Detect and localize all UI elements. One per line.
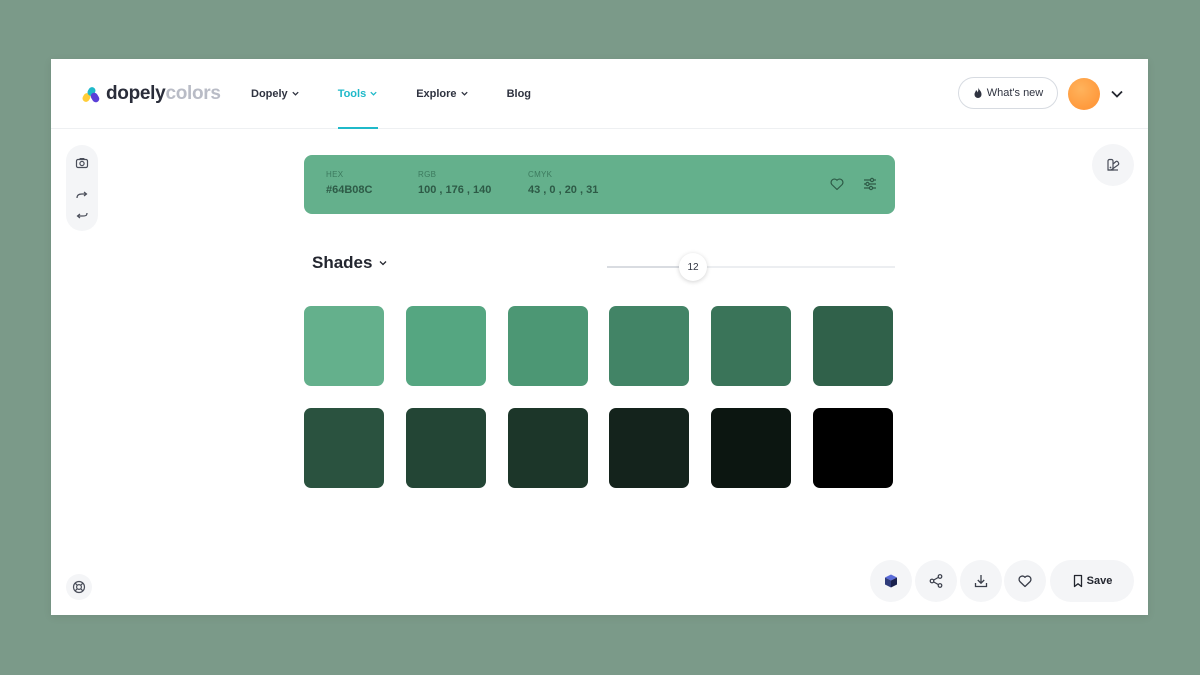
shade-count: 12 [687, 261, 699, 273]
avatar[interactable] [1068, 78, 1100, 110]
nav-item-label: Blog [506, 87, 532, 100]
selected-color-card: HEX #64B08C RGB 100 , 176 , 140 CMYK 43 … [304, 155, 895, 214]
shade-swatch[interactable] [507, 306, 588, 386]
chevron-down-icon[interactable] [1109, 87, 1125, 101]
shade-swatch[interactable] [711, 408, 792, 488]
nav-item-tools[interactable]: Tools [337, 59, 379, 129]
3d-view-button[interactable] [870, 560, 912, 602]
download-icon [974, 575, 988, 588]
hex-value[interactable]: #64B08C [326, 184, 372, 196]
share-button[interactable] [915, 560, 957, 602]
help-button[interactable] [66, 574, 92, 600]
shade-swatch[interactable] [609, 306, 690, 386]
app-window: dopelycolors Dopely Tools Explore Blog W… [51, 59, 1148, 615]
cmyk-field[interactable]: CMYK 43 , 0 , 20 , 31 [528, 170, 598, 196]
sliders-icon[interactable] [862, 176, 878, 192]
nav-item-explore[interactable]: Explore [416, 59, 468, 128]
nav-item-label: Explore [416, 87, 457, 100]
hex-field[interactable]: HEX #64B08C [326, 170, 372, 196]
camera-icon[interactable] [74, 155, 90, 171]
logo-text: dopelycolors [106, 83, 221, 105]
shade-swatch[interactable] [813, 306, 893, 386]
color-blind-tool-button[interactable] [1092, 144, 1134, 186]
nav-item-dopely[interactable]: Dopely [251, 59, 300, 128]
heart-icon [1018, 575, 1032, 588]
download-button[interactable] [960, 560, 1002, 602]
like-button[interactable] [1004, 560, 1046, 602]
shade-swatch[interactable] [507, 408, 588, 488]
main-nav: Dopely Tools Explore Blog [251, 59, 569, 129]
heart-icon[interactable] [829, 176, 845, 192]
save-label: Save [1086, 575, 1113, 587]
lifebuoy-icon [72, 580, 86, 594]
cmyk-label: CMYK [528, 170, 553, 179]
shade-swatch[interactable] [711, 306, 792, 386]
shade-swatch[interactable] [304, 306, 384, 386]
shade-swatch[interactable] [813, 408, 893, 488]
shade-swatch[interactable] [609, 408, 690, 488]
shade-swatch[interactable] [405, 408, 486, 488]
chevron-down-icon [380, 261, 387, 266]
nav-item-label: Dopely [251, 87, 288, 100]
flame-icon [974, 87, 982, 98]
bookmark-icon [1073, 574, 1082, 588]
shade-swatch[interactable] [405, 306, 486, 386]
shades-grid [304, 306, 895, 488]
rgb-value[interactable]: 100 , 176 , 140 [418, 184, 491, 196]
whats-new-label: What's new [986, 87, 1044, 99]
shades-title: Shades [312, 253, 373, 272]
left-tool-rail [66, 145, 98, 231]
redo-icon[interactable] [74, 188, 90, 204]
logo-mark-icon [82, 87, 100, 103]
color-tool-icon [1107, 158, 1120, 171]
whats-new-button[interactable]: What's new [958, 77, 1058, 109]
slider-thumb[interactable]: 12 [679, 253, 707, 281]
logo[interactable]: dopelycolors [80, 82, 221, 106]
hex-label: HEX [326, 170, 344, 179]
shades-dropdown[interactable]: Shades [312, 253, 388, 273]
logo-text-colors: colors [165, 83, 221, 104]
top-navbar: dopelycolors Dopely Tools Explore Blog W… [51, 59, 1148, 129]
shade-swatch[interactable] [304, 408, 384, 488]
nav-item-blog[interactable]: Blog [507, 59, 531, 128]
rgb-label: RGB [418, 170, 437, 179]
chevron-down-icon [292, 91, 299, 96]
cmyk-value[interactable]: 43 , 0 , 20 , 31 [528, 184, 598, 196]
nav-item-label: Tools [337, 87, 367, 100]
share-icon [929, 574, 943, 588]
chevron-down-icon [460, 91, 468, 96]
chevron-down-icon [370, 91, 377, 96]
rgb-field[interactable]: RGB 100 , 176 , 140 [418, 170, 491, 196]
cube-icon [885, 574, 897, 588]
undo-icon[interactable] [74, 205, 90, 221]
logo-text-dopely: dopely [106, 83, 166, 104]
shade-count-slider[interactable] [607, 266, 895, 268]
save-button[interactable]: Save [1050, 560, 1134, 602]
